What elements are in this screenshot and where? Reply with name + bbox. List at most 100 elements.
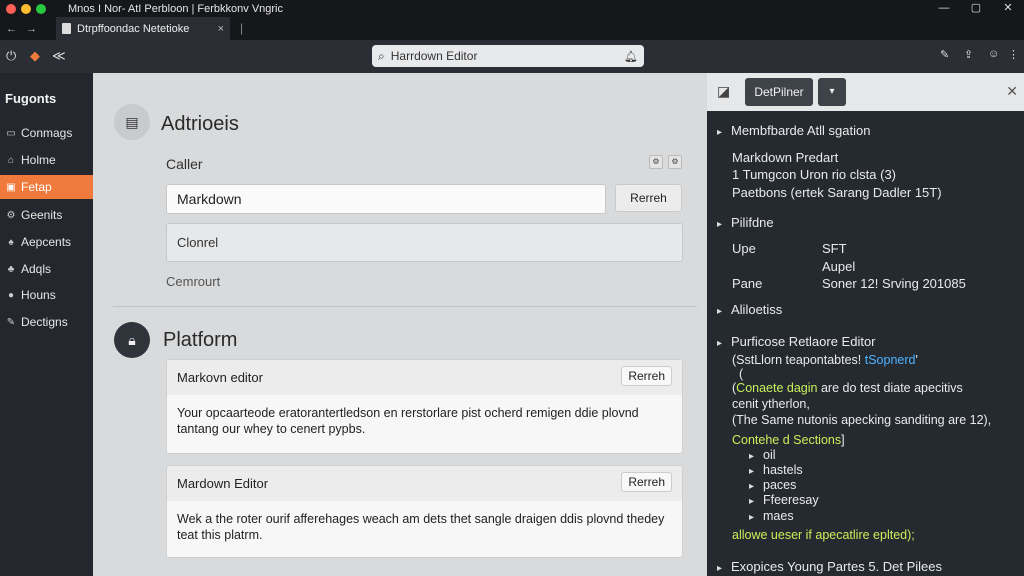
section-divider: [113, 306, 697, 307]
sidebar-item-houns[interactable]: ● Houns: [0, 283, 93, 307]
main-content: ▤ Adtrioeis Caller ⚙ ⚙ Markdown Rerreh C…: [93, 73, 707, 576]
caller-label: Caller: [166, 156, 203, 172]
code-line: (The Same nutonis apecking sanditing are…: [732, 413, 992, 427]
bullet-text: maes: [763, 509, 794, 523]
sidebar-item-adqls[interactable]: ♣ Adqls: [0, 257, 93, 281]
tree-item-label: Pilifdne: [731, 215, 774, 230]
tab-close-icon[interactable]: ×: [218, 23, 224, 35]
bullet-triangle-icon: ▸: [749, 466, 755, 477]
tree-item[interactable]: ▸ Purficose Retlaore Editor: [717, 334, 876, 349]
property-key: Pane: [732, 276, 763, 291]
bullet-item: ▸ oil: [749, 448, 776, 462]
address-bar[interactable]: ⌕ Harrdown Editor 🔔︎: [372, 45, 644, 67]
sidebar-heading: Fugonts: [5, 91, 57, 106]
bullet-triangle-icon: ▸: [749, 451, 755, 462]
code-string: Conaete dagin: [736, 381, 818, 395]
card-title: Mardown Editor: [177, 476, 269, 491]
window-title: Mnos I Nor- AtI Perbloon | Ferbkkonv Vng…: [68, 2, 283, 15]
panel-header: ◪ DetPilner ▾ ✕: [707, 73, 1024, 111]
code-line: (SstLlorn teapontabtes! tSopnerd': [732, 353, 918, 367]
refresh-button[interactable]: Rerreh: [615, 184, 682, 212]
detail-text: Paetbons (ertek Sarang Dadler 15T): [732, 185, 942, 200]
close-window-dot[interactable]: [6, 3, 16, 14]
search-icon: ⌕: [378, 48, 385, 63]
sidebar-item-dectigns[interactable]: ✎ Dectigns: [0, 310, 93, 334]
bullet-item: ▸ hastels: [749, 463, 803, 477]
share-icon[interactable]: ⇪: [964, 48, 973, 61]
tab-title: Dtrpffoondac Netetioke: [77, 22, 190, 35]
bullet-text: paces: [763, 478, 797, 492]
tree-item[interactable]: ▸ Pilifdne: [717, 215, 774, 230]
card-body: Your opcaarteode eratorantertledson en r…: [177, 406, 639, 436]
sidebar-item-label: Dectigns: [21, 315, 68, 329]
close-button[interactable]: ✕: [992, 0, 1024, 17]
property-value: Aupel: [822, 259, 856, 274]
close-icon[interactable]: ✕: [1006, 83, 1018, 100]
tag-icon: ▣: [6, 181, 16, 193]
lock-icon: 🔒︎: [114, 322, 150, 358]
back-icon[interactable]: ≪: [52, 48, 66, 64]
clock-icon: ●: [7, 289, 15, 301]
card-header: Markovn editor Rerreh: [167, 360, 682, 395]
gear-icon: ⚙: [6, 209, 16, 221]
code-line: cenit ytherlon,: [732, 397, 810, 411]
profile-icon[interactable]: ☺: [988, 48, 999, 60]
sidebar-item-conmags[interactable]: ▭ Conmags: [0, 121, 93, 145]
refresh-button[interactable]: Rerreh: [621, 366, 672, 386]
bullet-text: oil: [763, 448, 776, 462]
chevron-down-icon[interactable]: ▾: [818, 78, 846, 106]
card-body: Wek a the roter ourif afferehages weach …: [177, 512, 665, 542]
tree-item-label: Purficose Retlaore Editor: [731, 334, 876, 349]
traffic-lights: [6, 3, 46, 14]
maximize-window-dot[interactable]: [36, 3, 46, 14]
bullet-text: hastels: [763, 463, 803, 477]
back-arrow-icon[interactable]: ←: [6, 23, 20, 35]
code-line: (Conaete dagin are do test diate apeciti…: [732, 381, 963, 395]
bullet-text: Ffeeresay: [763, 493, 819, 507]
sidebar-item-geenits[interactable]: ⚙ Geenits: [0, 203, 93, 227]
detail-text: 1 Tumgcon Uron rio clsta (3): [732, 167, 897, 182]
bullet-triangle-icon: ▸: [749, 496, 755, 507]
user-icon: ♠: [8, 236, 14, 248]
caller-input[interactable]: Markdown: [166, 184, 606, 214]
section-title-adtrioeis: Adtrioeis: [161, 113, 239, 135]
tree-item[interactable]: ▸ Membfbarde Atll sgation: [717, 123, 870, 138]
clonrel-select[interactable]: Clonrel: [166, 223, 683, 262]
sidebar-item-label: Adqls: [21, 262, 52, 276]
settings-small-icon[interactable]: ⚙: [649, 155, 663, 169]
bullet-item: ▸ maes: [749, 509, 794, 523]
brand-icon[interactable]: ◆: [30, 48, 40, 64]
menu-icon[interactable]: ⋮: [1008, 48, 1019, 61]
expand-triangle-icon: ▸: [717, 563, 723, 574]
tree-item-label: Exopices Young Partes 5. Det Pilees: [731, 559, 943, 574]
card-title: Markovn editor: [177, 370, 263, 385]
expand-triangle-icon: ▸: [717, 338, 723, 349]
card-mardown-editor: Mardown Editor Rerreh Wek a the roter ou…: [166, 465, 683, 558]
sidebar-item-label: Houns: [21, 288, 56, 302]
stats-icon[interactable]: ✎: [940, 48, 949, 61]
settings-section-icon: ▤: [114, 104, 150, 140]
tree-item[interactable]: ▸ Exopices Young Partes 5. Det Pilees: [717, 559, 942, 574]
forward-arrow-icon[interactable]: →: [26, 23, 40, 35]
sidebar-item-fetap[interactable]: ▣ Fetap: [0, 175, 93, 199]
minimize-window-dot[interactable]: [21, 3, 31, 14]
card-markovn-editor: Markovn editor Rerreh Your opcaarteode e…: [166, 359, 683, 454]
minimize-button[interactable]: —: [928, 0, 960, 17]
browser-toolbar: ⏻ ◆ ≪ ⌕ Harrdown Editor 🔔︎ ✎ ⇪ ☺ ⋮: [0, 40, 1024, 73]
card-header: Mardown Editor Rerreh: [167, 466, 682, 501]
sidebar-item-holme[interactable]: ⌂ Holme: [0, 148, 93, 172]
maximize-button[interactable]: ▢: [960, 0, 992, 17]
tab-separator: |: [240, 21, 244, 35]
cemrourt-label: Cemrourt: [166, 274, 221, 289]
panel-tab[interactable]: DetPilner: [745, 78, 813, 106]
tree-item[interactable]: ▸ Aliloetiss: [717, 302, 782, 317]
refresh-button[interactable]: Rerreh: [621, 472, 672, 492]
sidebar-item-aepcents[interactable]: ♠ Aepcents: [0, 230, 93, 254]
power-icon[interactable]: ⏻: [6, 48, 16, 64]
gear-small-icon[interactable]: ⚙: [668, 155, 682, 169]
code-text: ': [915, 353, 918, 367]
sidebar-item-label: Holme: [21, 153, 56, 167]
bell-icon[interactable]: 🔔︎: [624, 50, 638, 63]
browser-tab[interactable]: Dtrpffoondac Netetioke ×: [56, 17, 230, 40]
chat-icon: ▭: [6, 127, 16, 139]
